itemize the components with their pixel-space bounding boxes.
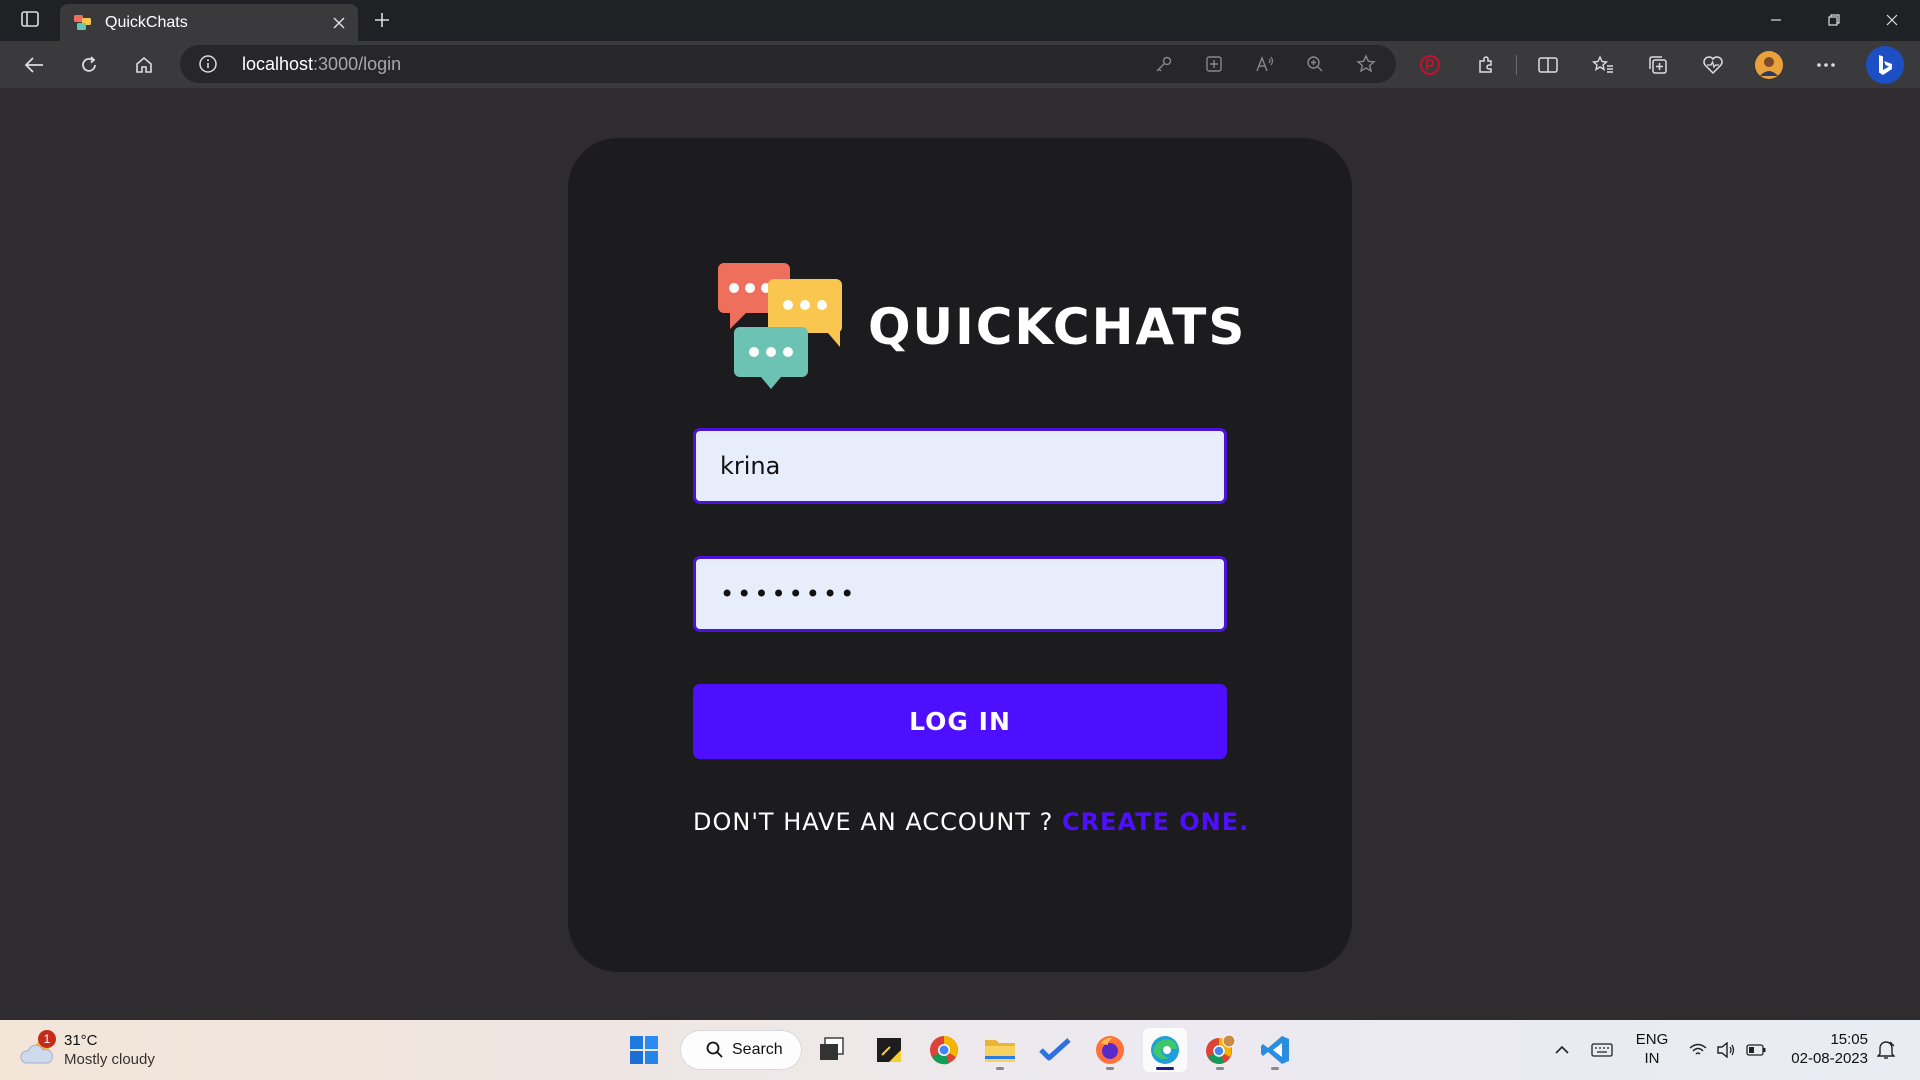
home-icon[interactable] bbox=[128, 49, 160, 81]
browser-tab-active[interactable]: QuickChats bbox=[60, 4, 358, 41]
tab-title: QuickChats bbox=[105, 13, 188, 31]
taskbar: 1 31°C Mostly cloudy Search ENG IN 15:05… bbox=[0, 1020, 1920, 1080]
signup-prompt-text: DON'T HAVE AN ACCOUNT ? bbox=[693, 808, 1054, 836]
extensions-icon[interactable] bbox=[1470, 49, 1502, 81]
edge-icon[interactable] bbox=[1143, 1028, 1187, 1072]
extension-red-icon[interactable] bbox=[1414, 49, 1446, 81]
volume-icon[interactable] bbox=[1714, 1038, 1738, 1062]
task-view-icon[interactable] bbox=[810, 1028, 854, 1072]
bing-copilot-icon[interactable] bbox=[1866, 46, 1904, 84]
weather-widget[interactable]: 1 31°C Mostly cloudy bbox=[20, 1028, 180, 1072]
tab-close-icon[interactable] bbox=[324, 8, 354, 38]
weather-temperature: 31°C bbox=[64, 1032, 98, 1049]
brand-name: QUICKCHATS bbox=[868, 298, 1247, 356]
favorites-icon[interactable] bbox=[1587, 49, 1619, 81]
search-icon bbox=[706, 1041, 723, 1058]
app-available-icon[interactable] bbox=[1202, 52, 1226, 76]
weather-alert-badge: 1 bbox=[38, 1030, 56, 1048]
region-code: IN bbox=[1644, 1050, 1660, 1067]
zoom-icon[interactable] bbox=[1303, 52, 1327, 76]
login-card: QUICKCHATS LOG IN DON'T HAVE AN ACCOUNT … bbox=[568, 138, 1352, 972]
toolbar-divider bbox=[1516, 55, 1517, 75]
create-account-link[interactable]: CREATE ONE. bbox=[1062, 808, 1249, 836]
chrome-icon[interactable] bbox=[922, 1028, 966, 1072]
username-input[interactable] bbox=[693, 428, 1227, 504]
sticky-notes-icon[interactable] bbox=[867, 1028, 911, 1072]
chrome-profile-icon[interactable] bbox=[1198, 1028, 1242, 1072]
window-close-icon[interactable] bbox=[1864, 0, 1920, 40]
browser-essentials-icon[interactable] bbox=[1697, 49, 1729, 81]
browser-tab-bar: QuickChats bbox=[0, 0, 1920, 41]
file-explorer-icon[interactable] bbox=[978, 1028, 1022, 1072]
address-bar[interactable]: localhost:3000/login bbox=[180, 45, 1396, 83]
signup-prompt: DON'T HAVE AN ACCOUNT ? CREATE ONE. bbox=[693, 808, 1248, 836]
taskbar-search[interactable]: Search bbox=[680, 1030, 802, 1070]
brand: QUICKCHATS bbox=[716, 262, 1246, 392]
page-background: QUICKCHATS LOG IN DON'T HAVE AN ACCOUNT … bbox=[0, 88, 1920, 1020]
weather-description: Mostly cloudy bbox=[64, 1051, 155, 1068]
tab-actions-icon[interactable] bbox=[20, 10, 40, 28]
vscode-icon[interactable] bbox=[1253, 1028, 1297, 1072]
search-label: Search bbox=[732, 1041, 783, 1058]
browser-toolbar: localhost:3000/login bbox=[0, 41, 1920, 88]
new-tab-icon[interactable] bbox=[368, 6, 396, 34]
running-indicator bbox=[996, 1067, 1004, 1070]
url-text[interactable]: localhost:3000/login bbox=[242, 54, 401, 75]
clock[interactable]: 15:05 02-08-2023 bbox=[1780, 1030, 1868, 1068]
show-hidden-icons-icon[interactable] bbox=[1550, 1038, 1574, 1062]
wifi-icon[interactable] bbox=[1686, 1038, 1710, 1062]
notifications-bell-icon[interactable] bbox=[1874, 1038, 1898, 1062]
running-indicator bbox=[1106, 1067, 1114, 1070]
password-input[interactable] bbox=[693, 556, 1227, 632]
profile-avatar[interactable] bbox=[1753, 49, 1785, 81]
language-code: ENG bbox=[1635, 1031, 1669, 1048]
firefox-icon[interactable] bbox=[1088, 1028, 1132, 1072]
running-indicator bbox=[1156, 1067, 1174, 1070]
running-indicator bbox=[1271, 1067, 1279, 1070]
back-icon[interactable] bbox=[18, 49, 50, 81]
favorite-star-icon[interactable] bbox=[1354, 52, 1378, 76]
keyboard-icon[interactable] bbox=[1590, 1038, 1614, 1062]
more-menu-icon[interactable] bbox=[1810, 49, 1842, 81]
restore-icon[interactable] bbox=[1806, 0, 1862, 40]
minimize-icon[interactable] bbox=[1748, 0, 1804, 40]
todo-icon[interactable] bbox=[1033, 1028, 1077, 1072]
battery-icon[interactable] bbox=[1744, 1038, 1768, 1062]
read-aloud-icon[interactable] bbox=[1253, 52, 1277, 76]
quickchats-favicon-icon bbox=[74, 14, 91, 30]
language-indicator[interactable]: ENG IN bbox=[1630, 1030, 1674, 1068]
collections-icon[interactable] bbox=[1642, 49, 1674, 81]
start-button[interactable] bbox=[622, 1028, 666, 1072]
key-icon[interactable] bbox=[1152, 52, 1176, 76]
clock-date: 02-08-2023 bbox=[1791, 1050, 1868, 1067]
site-info-icon[interactable] bbox=[198, 54, 218, 74]
login-button[interactable]: LOG IN bbox=[693, 684, 1227, 759]
clock-time: 15:05 bbox=[1830, 1031, 1868, 1048]
split-screen-icon[interactable] bbox=[1532, 49, 1564, 81]
running-indicator bbox=[1216, 1067, 1224, 1070]
refresh-icon[interactable] bbox=[73, 49, 105, 81]
quickchats-logo-icon bbox=[718, 263, 842, 389]
